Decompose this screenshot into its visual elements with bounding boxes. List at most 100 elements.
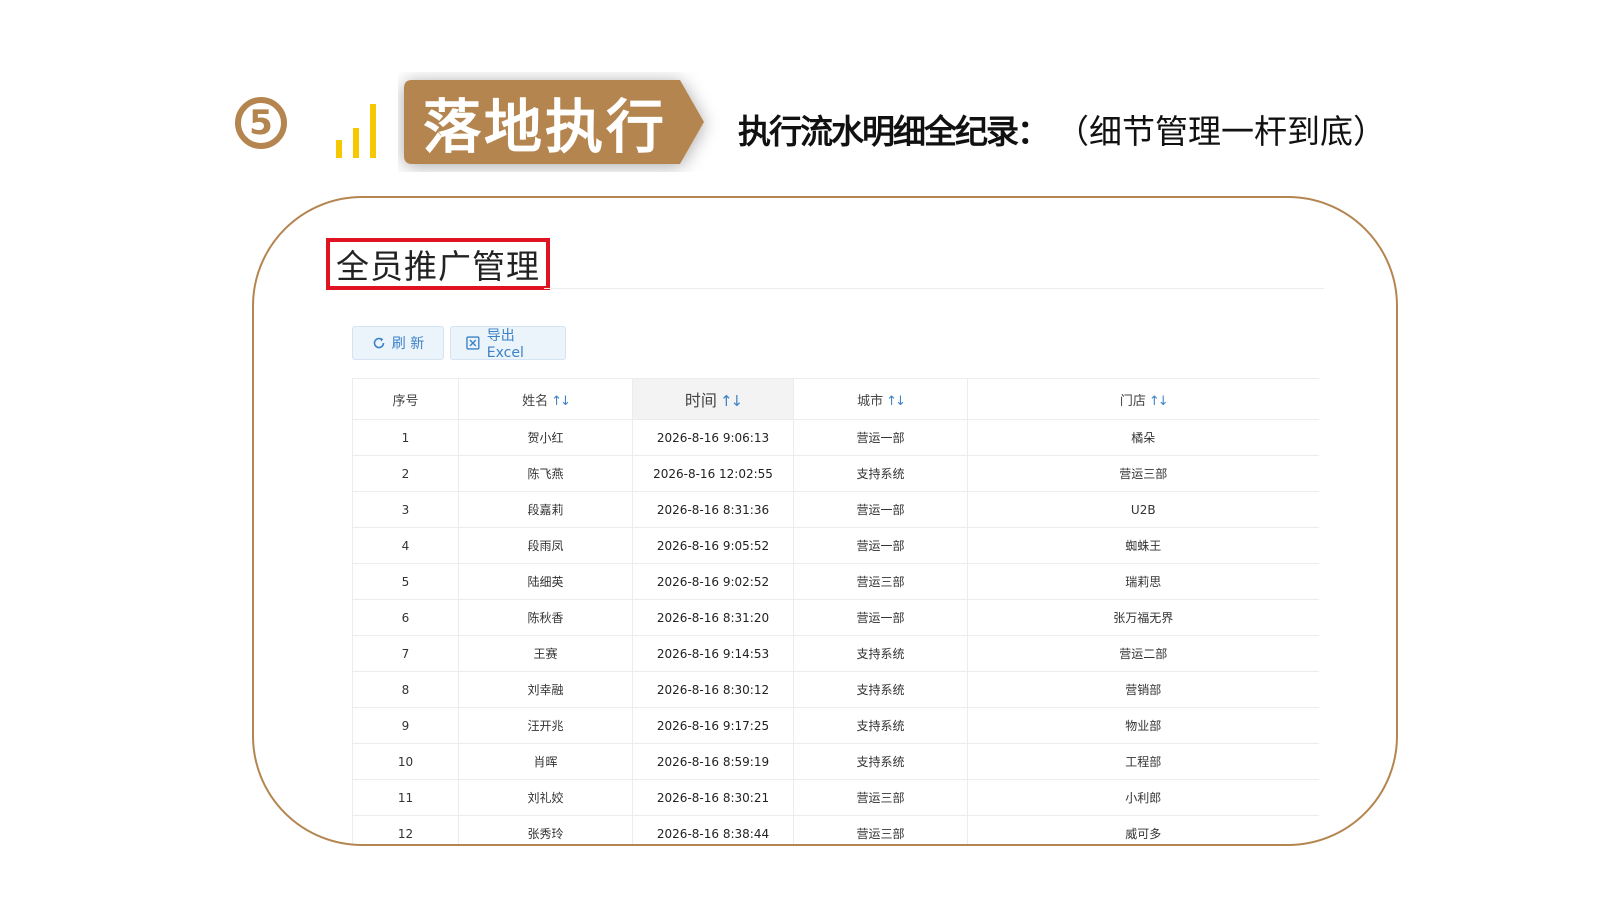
column-header-store[interactable]: 门店 ↑↓ bbox=[967, 378, 1319, 420]
cell-city: 营运一部 bbox=[793, 599, 968, 636]
cell-index: 7 bbox=[352, 635, 459, 672]
cell-time: 2026-8-16 9:14:53 bbox=[632, 635, 794, 672]
cell-time: 2026-8-16 9:17:25 bbox=[632, 707, 794, 744]
cell-store: 物业部 bbox=[967, 707, 1319, 744]
cell-time: 2026-8-16 9:05:52 bbox=[632, 527, 794, 564]
table-row[interactable]: 8 刘幸融 2026-8-16 8:30:12 支持系统 营销部 bbox=[352, 671, 1319, 708]
sort-icon[interactable]: ↑↓ bbox=[1149, 394, 1169, 409]
table-row[interactable]: 9 汪开兆 2026-8-16 9:17:25 支持系统 物业部 bbox=[352, 707, 1319, 744]
cell-name: 王赛 bbox=[458, 635, 633, 672]
screenshot-frame: 全员推广管理 刷 新 导出Excel 序号 姓名 ↑↓ 时间 ↑↓ 城市 ↑↓ … bbox=[252, 196, 1398, 846]
cell-city: 营运三部 bbox=[793, 815, 968, 844]
cell-time: 2026-8-16 12:02:55 bbox=[632, 455, 794, 492]
excel-icon bbox=[466, 336, 480, 350]
cell-store: 营运三部 bbox=[967, 455, 1319, 492]
data-table: 序号 姓名 ↑↓ 时间 ↑↓ 城市 ↑↓ 门店 ↑↓ 1 贺小红 2026-8-… bbox=[352, 378, 1319, 844]
cell-index: 5 bbox=[352, 563, 459, 600]
export-excel-button[interactable]: 导出Excel bbox=[450, 326, 566, 361]
cell-store: 工程部 bbox=[967, 743, 1319, 780]
sort-icon[interactable]: ↑↓ bbox=[720, 392, 743, 410]
refresh-label: 刷 新 bbox=[391, 336, 425, 352]
sort-icon[interactable]: ↑↓ bbox=[551, 394, 571, 409]
cell-store: 营运二部 bbox=[967, 635, 1319, 672]
export-label: 导出Excel bbox=[486, 328, 524, 361]
sort-icon[interactable]: ↑↓ bbox=[886, 394, 906, 409]
cell-city: 支持系统 bbox=[793, 671, 968, 708]
header-description: 执行流水明细全纪录： （细节管理一杆到底） bbox=[738, 104, 1386, 154]
cell-name: 贺小红 bbox=[458, 419, 633, 456]
cell-store: 瑞莉思 bbox=[967, 563, 1319, 600]
cell-index: 10 bbox=[352, 743, 459, 780]
cell-time: 2026-8-16 8:38:44 bbox=[632, 815, 794, 844]
cell-city: 支持系统 bbox=[793, 455, 968, 492]
cell-name: 张秀玲 bbox=[458, 815, 633, 844]
table-row[interactable]: 11 刘礼姣 2026-8-16 8:30:21 营运三部 小利郎 bbox=[352, 779, 1319, 816]
cell-name: 刘幸融 bbox=[458, 671, 633, 708]
step-number-badge: 5 bbox=[235, 97, 287, 149]
panel-title-highlight: 全员推广管理 bbox=[326, 238, 550, 290]
cell-store: U2B bbox=[967, 491, 1319, 528]
table-row[interactable]: 10 肖晖 2026-8-16 8:59:19 支持系统 工程部 bbox=[352, 743, 1319, 780]
refresh-icon bbox=[373, 337, 385, 349]
table-row[interactable]: 2 陈飞燕 2026-8-16 12:02:55 支持系统 营运三部 bbox=[352, 455, 1319, 492]
cell-store: 威可多 bbox=[967, 815, 1319, 844]
cell-index: 4 bbox=[352, 527, 459, 564]
cell-time: 2026-8-16 9:02:52 bbox=[632, 563, 794, 600]
cell-index: 6 bbox=[352, 599, 459, 636]
banner: 落地执行 bbox=[398, 72, 728, 172]
cell-index: 1 bbox=[352, 419, 459, 456]
cell-time: 2026-8-16 8:30:12 bbox=[632, 671, 794, 708]
cell-index: 3 bbox=[352, 491, 459, 528]
cell-time: 2026-8-16 8:31:36 bbox=[632, 491, 794, 528]
banner-title: 落地执行 bbox=[422, 93, 667, 161]
column-header-city[interactable]: 城市 ↑↓ bbox=[793, 378, 968, 420]
step-number: 5 bbox=[249, 103, 273, 143]
table-row[interactable]: 12 张秀玲 2026-8-16 8:38:44 营运三部 威可多 bbox=[352, 815, 1319, 844]
cell-name: 段雨凤 bbox=[458, 527, 633, 564]
cell-city: 支持系统 bbox=[793, 743, 968, 780]
cell-city: 营运一部 bbox=[793, 419, 968, 456]
cell-index: 8 bbox=[352, 671, 459, 708]
cell-index: 2 bbox=[352, 455, 459, 492]
cell-name: 段嘉莉 bbox=[458, 491, 633, 528]
data-table-container: 序号 姓名 ↑↓ 时间 ↑↓ 城市 ↑↓ 门店 ↑↓ 1 贺小红 2026-8-… bbox=[352, 378, 1319, 844]
cell-index: 9 bbox=[352, 707, 459, 744]
table-body: 1 贺小红 2026-8-16 9:06:13 营运一部 橘朵 2 陈飞燕 2026-8-16… bbox=[352, 419, 1319, 844]
table-header-row: 序号 姓名 ↑↓ 时间 ↑↓ 城市 ↑↓ 门店 ↑↓ bbox=[352, 378, 1319, 420]
cell-city: 支持系统 bbox=[793, 635, 968, 672]
cell-store: 蜘蛛王 bbox=[967, 527, 1319, 564]
cell-city: 营运一部 bbox=[793, 491, 968, 528]
description-main: 执行流水明细全纪录： bbox=[738, 112, 1050, 151]
cell-name: 肖晖 bbox=[458, 743, 633, 780]
cell-time: 2026-8-16 8:31:20 bbox=[632, 599, 794, 636]
table-row[interactable]: 5 陆细英 2026-8-16 9:02:52 营运三部 瑞莉思 bbox=[352, 563, 1319, 600]
title-divider bbox=[544, 288, 1324, 289]
toolbar: 刷 新 导出Excel bbox=[352, 326, 566, 361]
column-header-time[interactable]: 时间 ↑↓ bbox=[632, 378, 794, 420]
cell-index: 12 bbox=[352, 815, 459, 844]
cell-store: 张万福无界 bbox=[967, 599, 1319, 636]
description-sub: （细节管理一杆到底） bbox=[1056, 112, 1386, 151]
table-row[interactable]: 7 王赛 2026-8-16 9:14:53 支持系统 营运二部 bbox=[352, 635, 1319, 672]
signal-bars-icon bbox=[336, 104, 376, 158]
table-row[interactable]: 3 段嘉莉 2026-8-16 8:31:36 营运一部 U2B bbox=[352, 491, 1319, 528]
cell-name: 陆细英 bbox=[458, 563, 633, 600]
cell-store: 小利郎 bbox=[967, 779, 1319, 816]
cell-city: 营运一部 bbox=[793, 527, 968, 564]
cell-name: 汪开兆 bbox=[458, 707, 633, 744]
cell-name: 陈秋香 bbox=[458, 599, 633, 636]
refresh-button[interactable]: 刷 新 bbox=[352, 326, 444, 360]
column-header-index: 序号 bbox=[352, 378, 459, 420]
cell-time: 2026-8-16 8:30:21 bbox=[632, 779, 794, 816]
table-row[interactable]: 1 贺小红 2026-8-16 9:06:13 营运一部 橘朵 bbox=[352, 419, 1319, 456]
cell-name: 陈飞燕 bbox=[458, 455, 633, 492]
cell-city: 支持系统 bbox=[793, 707, 968, 744]
table-row[interactable]: 6 陈秋香 2026-8-16 8:31:20 营运一部 张万福无界 bbox=[352, 599, 1319, 636]
cell-city: 营运三部 bbox=[793, 779, 968, 816]
cell-store: 营销部 bbox=[967, 671, 1319, 708]
panel-title: 全员推广管理 bbox=[336, 247, 540, 286]
slide: 5 落地执行 执行流水明细全纪录： （细节管理一杆到底） 全员推广管理 刷 新 … bbox=[0, 0, 1600, 900]
cell-store: 橘朵 bbox=[967, 419, 1319, 456]
column-header-name[interactable]: 姓名 ↑↓ bbox=[458, 378, 633, 420]
table-row[interactable]: 4 段雨凤 2026-8-16 9:05:52 营运一部 蜘蛛王 bbox=[352, 527, 1319, 564]
